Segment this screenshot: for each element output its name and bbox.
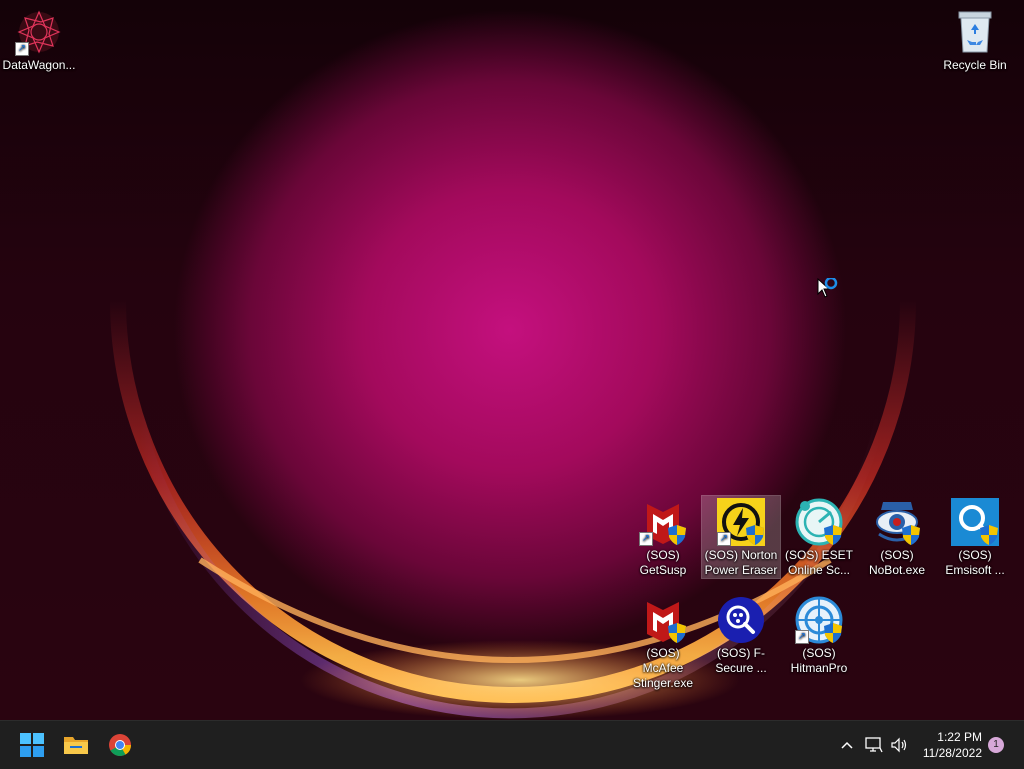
taskbar: 1:22 PM 11/28/2022 1: [0, 720, 1024, 769]
chevron-up-icon: [841, 741, 853, 749]
uac-shield-icon: [824, 525, 842, 545]
desktop-icon-datawagon[interactable]: ↗ DataWagon...: [0, 6, 78, 73]
desktop-icon-nobot[interactable]: (SOS) NoBot.exe: [858, 496, 936, 578]
mcafee-icon: [639, 596, 687, 644]
desktop-icon-hitmanpro[interactable]: ↗ (SOS) HitmanPro: [780, 594, 858, 676]
desktop-icon-label: (SOS) NoBot.exe: [868, 548, 926, 577]
chrome-button[interactable]: [100, 725, 140, 765]
desktop-icon-label: (SOS) ESET Online Sc...: [784, 548, 853, 577]
uac-shield-icon: [824, 623, 842, 643]
shortcut-arrow-icon: ↗: [15, 42, 29, 56]
chrome-icon: [109, 734, 131, 756]
desktop-icon-label: (SOS) HitmanPro: [790, 646, 848, 675]
desktop-icon-label: (SOS) Emsisoft ...: [945, 548, 1005, 577]
datawagon-icon: ↗: [15, 8, 63, 56]
network-button[interactable]: [862, 721, 886, 769]
eset-icon: [795, 498, 843, 546]
start-button[interactable]: [12, 725, 52, 765]
uac-shield-icon: [902, 525, 920, 545]
emsisoft-icon: [951, 498, 999, 546]
f-secure-icon: [717, 596, 765, 644]
uac-shield-icon: [980, 525, 998, 545]
desktop-icon-emsisoft[interactable]: (SOS) Emsisoft ...: [936, 496, 1014, 578]
desktop-icon-eset-online-scanner[interactable]: (SOS) ESET Online Sc...: [780, 496, 858, 578]
uac-shield-icon: [746, 525, 764, 545]
desktop-icon-recycle-bin[interactable]: Recycle Bin: [936, 6, 1014, 73]
shortcut-arrow-icon: ↗: [639, 532, 653, 546]
mcafee-icon: ↗: [639, 498, 687, 546]
desktop-icon-label: (SOS) F-Secure ...: [715, 646, 767, 675]
recycle-bin-icon: [951, 8, 999, 56]
show-hidden-icons-button[interactable]: [836, 721, 858, 769]
uac-shield-icon: [668, 623, 686, 643]
folder-icon: [64, 737, 88, 754]
desktop-wallpaper: [0, 0, 1024, 720]
volume-button[interactable]: [888, 721, 912, 769]
desktop-icon-label: (SOS) McAfee Stinger.exe: [632, 646, 694, 690]
hitmanpro-icon: ↗: [795, 596, 843, 644]
busy-cursor-icon: [817, 276, 843, 305]
file-explorer-button[interactable]: [56, 725, 96, 765]
desktop-icon-label: Recycle Bin: [943, 58, 1007, 72]
desktop-icon-f-secure[interactable]: (SOS) F-Secure ...: [702, 594, 780, 676]
clock-time: 1:22 PM: [937, 730, 982, 744]
shortcut-arrow-icon: ↗: [795, 630, 809, 644]
desktop-icon-label: (SOS) Norton Power Eraser: [704, 548, 778, 577]
shortcut-arrow-icon: ↗: [717, 532, 731, 546]
norton-power-eraser-icon: ↗: [717, 498, 765, 546]
clock-date: 11/28/2022: [922, 746, 982, 760]
notification-badge[interactable]: 1: [988, 737, 1004, 753]
desktop-icon-label: DataWagon...: [2, 58, 76, 72]
network-icon: [865, 737, 883, 753]
nobot-icon: [873, 498, 921, 546]
desktop-icon-label: (SOS) GetSusp: [639, 548, 687, 577]
volume-icon: [891, 737, 907, 753]
desktop-icon-norton-power-eraser[interactable]: ↗ (SOS) Norton Power Eraser: [701, 495, 781, 579]
windows-start-icon: [20, 733, 44, 757]
clock-button[interactable]: 1:22 PM 11/28/2022: [923, 729, 982, 761]
desktop-icon-mcafee-stinger[interactable]: (SOS) McAfee Stinger.exe: [624, 594, 702, 691]
desktop-icon-getsusp[interactable]: ↗ (SOS) GetSusp: [624, 496, 702, 578]
uac-shield-icon: [668, 525, 686, 545]
